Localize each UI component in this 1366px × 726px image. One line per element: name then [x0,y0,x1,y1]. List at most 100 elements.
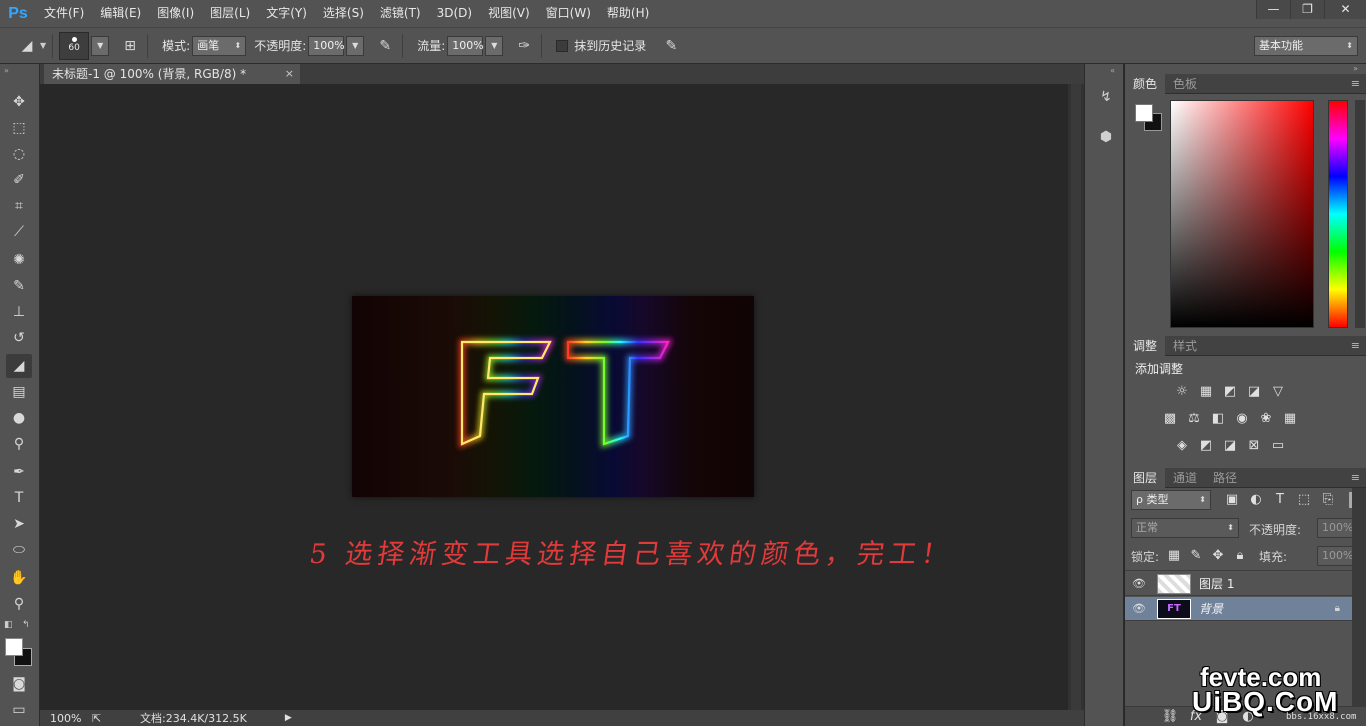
layer-row-selected[interactable]: 👁︎ FT 背景 🔒︎ [1125,597,1352,621]
lasso-tool-icon[interactable]: ◌ [6,142,32,166]
default-colors-icon[interactable]: ◧ [4,620,13,630]
hand-tool-icon[interactable]: ✋ [6,566,32,590]
pressure-opacity-icon[interactable]: ✎ [374,35,396,57]
tab-color[interactable]: 颜色 [1125,74,1166,94]
scrollbar-track[interactable] [1071,84,1081,710]
blur-tool-icon[interactable]: ● [6,406,32,430]
export-icon[interactable]: ⇱ [92,712,108,725]
tab-adjustments[interactable]: 调整 [1125,336,1166,356]
panel-menu-icon[interactable]: ≡ [1351,336,1360,356]
tab-layers[interactable]: 图层 [1125,468,1166,488]
menu-window[interactable]: 窗口(W) [538,0,599,27]
type-tool-icon[interactable]: T [6,486,32,510]
menu-view[interactable]: 视图(V) [480,0,538,27]
collapse-dock-icon[interactable]: » [1353,64,1358,73]
foreground-color-swatch[interactable] [5,638,23,656]
mode-dropdown[interactable]: 画笔 ⬍ [192,35,247,56]
color-spectrum-field[interactable] [1170,100,1314,328]
selective-color-icon[interactable]: ⊠ [1245,438,1263,454]
expand-panels-icon[interactable]: « [1110,66,1115,75]
dodge-tool-icon[interactable]: ⚲ [6,432,32,456]
minimize-button[interactable]: — [1256,0,1290,19]
channel-mixer-icon[interactable]: ❀ [1257,411,1275,427]
airbrush-icon[interactable]: ✑ [513,35,535,57]
curves-icon[interactable]: ◩ [1221,384,1239,400]
status-menu-arrow-icon[interactable]: ▶ [285,713,292,723]
history-brush-tool-icon[interactable]: ↺ [6,326,32,350]
foreground-color-chip[interactable] [1135,104,1153,122]
menu-edit[interactable]: 编辑(E) [92,0,149,27]
brush-panel-icon[interactable]: ⊞ [119,35,141,57]
invert-icon[interactable]: ◈ [1173,438,1191,454]
quick-select-tool-icon[interactable]: ✐ [6,168,32,192]
brush-size-picker[interactable]: 60 [59,31,90,60]
menu-layer[interactable]: 图层(L) [202,0,258,27]
menu-filter[interactable]: 滤镜(T) [372,0,429,27]
tab-swatches[interactable]: 色板 [1165,74,1205,94]
healing-brush-tool-icon[interactable]: ✺ [6,248,32,272]
layer-filter-dropdown[interactable]: ρ 类型 ⬍ [1131,490,1211,510]
eraser-tool-icon[interactable]: ◢ [6,354,32,378]
menu-select[interactable]: 选择(S) [315,0,372,27]
stamp-tool-icon[interactable]: ⊥ [6,300,32,324]
eraser-tool-preset-icon[interactable]: ◢ [16,35,38,57]
brush-dropdown-button[interactable]: ▼ [91,35,110,56]
path-select-tool-icon[interactable]: ➤ [6,512,32,536]
brush-tool-icon[interactable]: ✎ [6,274,32,298]
properties-panel-icon[interactable]: ⬢ [1095,126,1117,148]
filter-pixel-icon[interactable]: ▣ [1223,492,1241,508]
lock-position-icon[interactable]: ✥ [1209,548,1227,564]
workspace-dropdown[interactable]: 基本功能 ⬍ [1254,36,1358,56]
ellipse-tool-icon[interactable]: ⬭ [6,538,32,562]
lock-transparent-icon[interactable]: ▦ [1165,548,1183,564]
erase-history-checkbox[interactable] [556,39,569,52]
restore-button[interactable]: ❐ [1290,0,1324,19]
history-panel-icon[interactable]: ↯ [1095,86,1117,108]
preset-arrow-icon[interactable]: ▼ [40,41,46,50]
brightness-icon[interactable]: ☼ [1173,384,1191,400]
zoom-tool-icon[interactable]: ⚲ [6,592,32,616]
color-balance-icon[interactable]: ⚖ [1185,411,1203,427]
lock-pixels-icon[interactable]: ✎ [1187,548,1205,564]
swap-colors-icon[interactable]: ↰ [22,620,30,630]
visibility-eye-icon[interactable]: 👁︎ [1129,577,1149,590]
filter-adjustment-icon[interactable]: ◐ [1247,492,1265,508]
crop-tool-icon[interactable]: ⌗ [6,194,32,218]
vibrance-icon[interactable]: ▽ [1269,384,1287,400]
black-white-icon[interactable]: ◧ [1209,411,1227,427]
posterize-icon[interactable]: ◩ [1197,438,1215,454]
photo-filter-icon[interactable]: ◉ [1233,411,1251,427]
blend-mode-dropdown[interactable]: 正常 ⬍ [1131,518,1239,538]
panel-menu-icon[interactable]: ≡ [1351,468,1360,488]
close-button[interactable]: ✕ [1324,0,1366,19]
flow-dropdown-button[interactable]: ▼ [485,35,504,56]
menu-3d[interactable]: 3D(D) [429,0,480,27]
exposure-icon[interactable]: ◪ [1245,384,1263,400]
collapse-toolbar-icon[interactable]: » [4,66,9,75]
gradient-map-icon[interactable]: ▭ [1269,438,1287,454]
hue-saturation-icon[interactable]: ▩ [1161,411,1179,427]
tab-paths[interactable]: 路径 [1205,468,1245,488]
filter-type-icon[interactable]: T [1271,492,1289,508]
hue-slider[interactable] [1328,100,1348,328]
link-layers-icon[interactable]: ⛓ [1161,709,1179,725]
quick-mask-icon[interactable]: ◙ [6,672,32,696]
lock-all-icon[interactable]: 🔒︎ [1231,548,1249,564]
gradient-tool-icon[interactable]: ▤ [6,380,32,404]
visibility-eye-icon[interactable]: 👁︎ [1129,602,1149,615]
document-tab[interactable]: 未标题-1 @ 100% (背景, RGB/8) * × [44,64,300,84]
levels-icon[interactable]: ▦ [1197,384,1215,400]
tab-styles[interactable]: 样式 [1165,336,1205,356]
tab-channels[interactable]: 通道 [1165,468,1205,488]
filter-shape-icon[interactable]: ⬚ [1295,492,1313,508]
opacity-field[interactable]: 100% [308,35,345,56]
filter-smart-object-icon[interactable]: ⎘ [1319,492,1337,508]
move-tool-icon[interactable]: ✥ [6,90,32,114]
pen-tool-icon[interactable]: ✒ [6,460,32,484]
menu-help[interactable]: 帮助(H) [599,0,657,27]
panel-menu-icon[interactable]: ≡ [1351,74,1360,94]
zoom-level[interactable]: 100% [50,712,90,725]
menu-type[interactable]: 文字(Y) [258,0,315,27]
color-lookup-icon[interactable]: ▦ [1281,411,1299,427]
document-canvas[interactable]: FT [352,296,754,497]
